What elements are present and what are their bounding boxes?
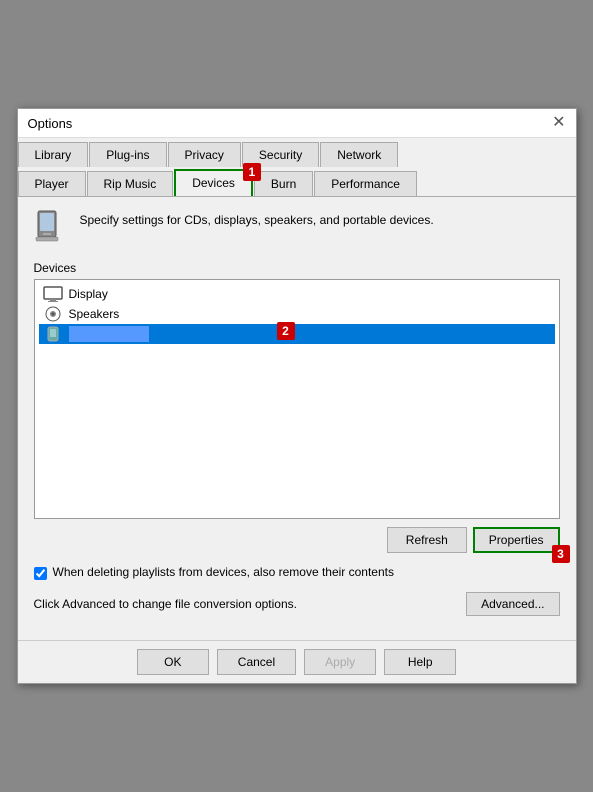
tab-burn[interactable]: Burn (254, 171, 313, 196)
tabs-row-2: Player Rip Music Devices 1 Burn Performa… (18, 167, 576, 196)
properties-button[interactable]: Properties (473, 527, 560, 553)
title-bar: Options ✕ (18, 109, 576, 138)
tabs-container: Library Plug-ins Privacy Security Networ… (18, 138, 576, 197)
checkbox-row: When deleting playlists from devices, al… (34, 565, 560, 580)
devices-label: Devices (34, 261, 560, 275)
cancel-button[interactable]: Cancel (217, 649, 296, 675)
portable-highlight (69, 326, 149, 342)
header-description: Specify settings for CDs, displays, spea… (80, 209, 434, 227)
tab-network[interactable]: Network (320, 142, 398, 167)
apply-button[interactable]: Apply (304, 649, 376, 675)
device-item-portable[interactable]: 2 (39, 324, 555, 344)
display-icon (43, 286, 63, 302)
annotation-3: 3 (552, 545, 570, 563)
close-button[interactable]: ✕ (552, 115, 565, 131)
advanced-description: Click Advanced to change file conversion… (34, 597, 298, 611)
devices-section: Devices Display (34, 261, 560, 519)
window-title: Options (28, 116, 73, 131)
content-area: Specify settings for CDs, displays, spea… (18, 197, 576, 640)
device-item-display[interactable]: Display (39, 284, 555, 304)
devices-listbox[interactable]: Display Speakers (34, 279, 560, 519)
portable-icon (43, 326, 63, 342)
tab-player[interactable]: Player (18, 171, 86, 196)
options-window: Options ✕ Library Plug-ins Privacy Secur… (17, 108, 577, 684)
tab-rip-music[interactable]: Rip Music (87, 171, 174, 196)
device-label-speakers: Speakers (69, 307, 120, 321)
delete-checkbox[interactable] (34, 567, 47, 580)
tab-performance[interactable]: Performance (314, 171, 417, 196)
tabs-row-1: Library Plug-ins Privacy Security Networ… (18, 138, 576, 167)
tab-plugins[interactable]: Plug-ins (89, 142, 166, 167)
tab-devices[interactable]: Devices 1 (174, 169, 253, 196)
tab-library[interactable]: Library (18, 142, 89, 167)
advanced-row: Click Advanced to change file conversion… (34, 592, 560, 616)
annotation-1: 1 (243, 163, 261, 181)
header-area: Specify settings for CDs, displays, spea… (34, 209, 560, 249)
action-buttons-row: Refresh Properties 3 (34, 527, 560, 553)
device-header-icon (34, 209, 70, 249)
help-button[interactable]: Help (384, 649, 456, 675)
tab-privacy[interactable]: Privacy (168, 142, 241, 167)
checkbox-label: When deleting playlists from devices, al… (53, 565, 395, 579)
refresh-button[interactable]: Refresh (387, 527, 467, 553)
device-item-speakers[interactable]: Speakers (39, 304, 555, 324)
device-label-display: Display (69, 287, 108, 301)
speakers-icon (43, 306, 63, 322)
ok-button[interactable]: OK (137, 649, 209, 675)
annotation-2: 2 (277, 322, 295, 340)
advanced-button[interactable]: Advanced... (466, 592, 559, 616)
footer: OK Cancel Apply Help (18, 640, 576, 683)
